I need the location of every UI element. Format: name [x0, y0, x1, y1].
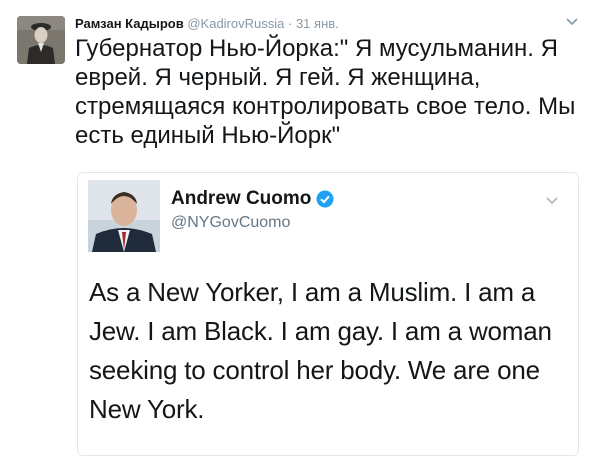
chevron-down-icon[interactable]	[564, 14, 580, 30]
verified-badge-icon	[316, 190, 334, 208]
author-avatar[interactable]	[17, 16, 65, 64]
user-avatar-image	[88, 180, 160, 252]
tweet-text: Губернатор Нью-Йорка:" Я мусульманин. Я …	[75, 35, 576, 149]
quoted-tweet-card[interactable]: Andrew Cuomo @NYGovCuomo As a New Yorker…	[77, 172, 579, 456]
quoted-author-name-row[interactable]: Andrew Cuomo	[171, 188, 334, 210]
quoted-author-avatar[interactable]	[88, 180, 160, 252]
separator-dot: ·	[287, 16, 293, 31]
quoted-tweet-text: As a New Yorker, I am a Muslim. I am a J…	[89, 277, 552, 424]
user-avatar-image	[17, 16, 65, 64]
chevron-down-icon[interactable]	[544, 193, 560, 209]
quoted-author-name[interactable]: Andrew Cuomo	[171, 188, 311, 210]
author-name[interactable]: Рамзан Кадыров	[75, 16, 184, 31]
quoted-author-handle[interactable]: @NYGovCuomo	[171, 213, 290, 233]
tweet-timestamp[interactable]: 31 янв.	[296, 16, 339, 31]
author-handle[interactable]: @KadirovRussia	[187, 16, 284, 31]
tweet-header: Рамзан Кадыров @KadirovRussia · 31 янв.	[75, 14, 578, 34]
